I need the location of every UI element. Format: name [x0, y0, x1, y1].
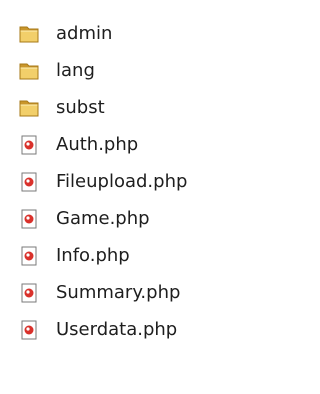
- folder-icon: [18, 60, 40, 82]
- file-name: lang: [56, 60, 95, 81]
- file-name: Info.php: [56, 245, 130, 266]
- php-file-icon: [18, 134, 40, 156]
- file-name: admin: [56, 23, 113, 44]
- file-item-userdata[interactable]: Userdata.php: [18, 315, 177, 345]
- folder-item-admin[interactable]: admin: [18, 19, 112, 49]
- php-file-icon: [18, 319, 40, 341]
- file-name: Game.php: [56, 208, 150, 229]
- folder-item-subst[interactable]: subst: [18, 93, 105, 123]
- php-file-icon: [18, 208, 40, 230]
- file-name: Summary.php: [56, 282, 181, 303]
- file-name: subst: [56, 97, 105, 118]
- folder-icon: [18, 23, 40, 45]
- php-file-icon: [18, 282, 40, 304]
- file-name: Auth.php: [56, 134, 139, 155]
- php-file-icon: [18, 245, 40, 267]
- file-item-auth[interactable]: Auth.php: [18, 130, 138, 160]
- file-item-game[interactable]: Game.php: [18, 204, 150, 234]
- php-file-icon: [18, 171, 40, 193]
- file-item-fileupload[interactable]: Fileupload.php: [18, 167, 187, 197]
- file-name: Fileupload.php: [56, 171, 188, 192]
- file-name: Userdata.php: [56, 319, 178, 340]
- folder-icon: [18, 97, 40, 119]
- file-item-summary[interactable]: Summary.php: [18, 278, 180, 308]
- file-list: admin lang subst Auth.php Fileupload.php…: [0, 0, 279, 394]
- folder-item-lang[interactable]: lang: [18, 56, 95, 86]
- file-item-info[interactable]: Info.php: [18, 241, 130, 271]
